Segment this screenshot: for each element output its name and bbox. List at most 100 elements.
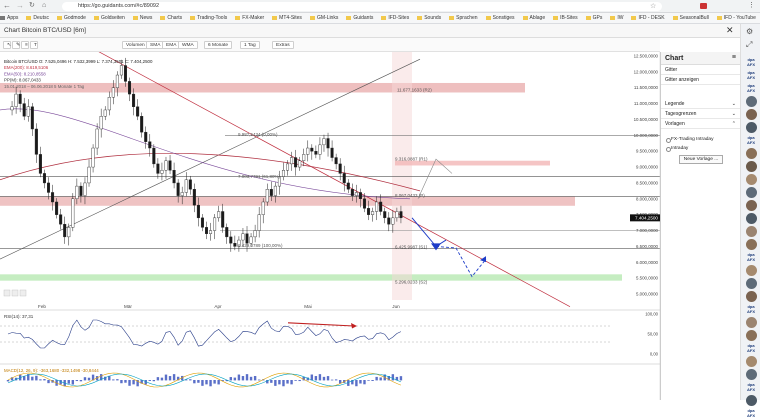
toolbar-text-button[interactable]: T	[30, 41, 38, 49]
template-intraday[interactable]: Intraday	[661, 144, 740, 153]
bookmark-item[interactable]: Ablage	[523, 13, 546, 23]
bookmark-item[interactable]: IFD - YouTube	[717, 13, 756, 23]
candle	[298, 160, 302, 168]
price-tick-label: 12.000,0000	[634, 69, 659, 74]
panel-section-legende[interactable]: Legende ⌄	[661, 99, 740, 109]
new-template-button[interactable]: Neue Vorlage ...	[679, 155, 723, 164]
user-avatar[interactable]	[746, 187, 757, 198]
user-avatar[interactable]	[746, 148, 757, 159]
macd-histogram-bar	[229, 377, 233, 381]
close-icon[interactable]: ✕	[726, 25, 734, 36]
user-avatar[interactable]	[746, 226, 757, 237]
broker-logo-icon[interactable]: dpa AFX	[745, 382, 757, 392]
bookmark-item[interactable]: Sprachen	[449, 13, 477, 23]
toolbar-fib-button[interactable]: ≡	[21, 41, 29, 49]
time-tick-label: Feb	[38, 304, 46, 309]
broker-logo-icon[interactable]: dpa AFX	[745, 408, 757, 418]
bookmark-item[interactable]: Sonstiges	[486, 13, 515, 23]
toolbar-wma-button[interactable]: WMA	[178, 41, 198, 49]
toolbar-volume-button[interactable]: Volumen	[122, 41, 149, 49]
candle	[132, 93, 136, 107]
bookmark-item[interactable]: Apps	[0, 13, 18, 23]
candle	[140, 116, 144, 133]
user-avatar[interactable]	[746, 213, 757, 224]
user-avatar[interactable]	[746, 239, 757, 250]
back-icon[interactable]: ←	[3, 2, 11, 10]
user-avatar[interactable]	[746, 356, 757, 367]
bookmark-item[interactable]: Goldseiten	[94, 13, 125, 23]
bookmark-item[interactable]: SeasonalBull	[673, 13, 709, 23]
broker-logo-icon[interactable]: dpa AFX	[745, 83, 757, 93]
toolbar-extras-button[interactable]: Extras	[272, 41, 294, 49]
extension-icon[interactable]	[700, 3, 707, 9]
bookmark-item[interactable]: IFD-Sites	[381, 13, 409, 23]
panel-section-vorlagen[interactable]: Vorlagen ⌃	[661, 119, 740, 129]
broker-logo-icon[interactable]: dpa AFX	[745, 70, 757, 80]
toolbar-interval-select[interactable]: 1 Tag	[240, 41, 260, 49]
candle	[55, 201, 59, 215]
user-avatar[interactable]	[746, 109, 757, 120]
price-tick-label: 5.500,0000	[636, 276, 659, 281]
macd-histogram-bar	[359, 380, 362, 384]
user-avatar[interactable]	[746, 395, 757, 406]
price-chart[interactable]: 11.677,1633 (R2) 9.316,0887 (R1) 8.067,043…	[0, 52, 660, 400]
broker-logo-icon[interactable]: dpa AFX	[745, 304, 757, 314]
toolbar-period-select[interactable]: 6 Monate	[204, 41, 233, 49]
user-avatar[interactable]	[746, 174, 757, 185]
bookmark-item[interactable]: News	[133, 13, 153, 23]
macd-histogram-bar	[160, 377, 164, 381]
toolbar-pointer-button[interactable]: ↖	[3, 41, 11, 49]
zoom-in-icon[interactable]	[3, 289, 11, 297]
bookmark-item[interactable]: IFD - DESK	[631, 13, 664, 23]
user-avatar[interactable]	[746, 278, 757, 289]
bookmark-item[interactable]: GM-Links	[310, 13, 338, 23]
zoom-reset-icon[interactable]	[19, 289, 27, 297]
bookmark-item[interactable]: IW	[610, 13, 623, 23]
bookmark-item[interactable]: Deutsc	[26, 13, 49, 23]
bookmark-item[interactable]: Godmode	[57, 13, 86, 23]
broker-logo-icon[interactable]: dpa AFX	[745, 252, 757, 262]
candle	[253, 230, 257, 238]
forward-icon[interactable]: →	[16, 2, 24, 10]
candle	[99, 116, 103, 130]
bookmark-item[interactable]: FX-Maker	[235, 13, 264, 23]
menu-icon[interactable]: ⋮	[748, 1, 755, 9]
broker-logo-icon[interactable]: dpa AFX	[745, 343, 757, 353]
bookmark-item[interactable]: Trading-Tools	[190, 13, 227, 23]
broker-logo-icon[interactable]: dpa AFX	[745, 57, 757, 67]
user-avatar[interactable]	[746, 96, 757, 107]
user-avatar[interactable]	[746, 161, 757, 172]
star-icon[interactable]: ☆	[650, 2, 656, 10]
user-avatar[interactable]	[746, 291, 757, 302]
user-avatar[interactable]	[746, 330, 757, 341]
expand-icon[interactable]: ⤢	[746, 40, 752, 50]
bookmark-item[interactable]: IB-Sites	[553, 13, 578, 23]
rsi-tick-label: 0,00	[650, 352, 659, 357]
bookmark-item[interactable]: MT4-Sites	[272, 13, 302, 23]
toolbar-draw-button[interactable]: ✎	[12, 41, 20, 49]
bookmark-item[interactable]: Guidants	[346, 13, 373, 23]
macd-histogram-bar	[6, 380, 10, 382]
bookmark-item[interactable]: GPs	[586, 13, 603, 23]
user-avatar[interactable]	[746, 200, 757, 211]
panel-row-gitter-anzeigen[interactable]: Gitter anzeigen	[661, 75, 740, 85]
broker-logo-icon[interactable]: dpa AFX	[745, 135, 757, 145]
user-avatar[interactable]	[746, 122, 757, 133]
settings-icon[interactable]: ⚙	[746, 27, 753, 36]
home-icon[interactable]: ⌂	[42, 2, 50, 10]
url-field[interactable]: https://go.guidants.com/#c/89092	[62, 2, 662, 11]
candle	[51, 192, 55, 203]
candle	[209, 230, 213, 234]
reload-icon[interactable]: ↻	[29, 2, 37, 10]
zoom-out-icon[interactable]	[11, 289, 19, 297]
bookmark-item[interactable]: Charts	[160, 13, 182, 23]
panel-menu-icon[interactable]: ≡	[732, 54, 736, 61]
chevron-down-icon: ⌄	[731, 111, 736, 117]
user-avatar[interactable]	[746, 317, 757, 328]
user-avatar[interactable]	[746, 265, 757, 276]
panel-section-tagesgrenzen[interactable]: Tagesgrenzen ⌄	[661, 109, 740, 119]
template-fx-trading-intraday[interactable]: FX-Trading Intraday	[661, 135, 740, 144]
user-avatar[interactable]	[746, 369, 757, 380]
bookmark-item[interactable]: Sounds	[417, 13, 441, 23]
panel-section-gitter[interactable]: Gitter	[661, 65, 740, 75]
